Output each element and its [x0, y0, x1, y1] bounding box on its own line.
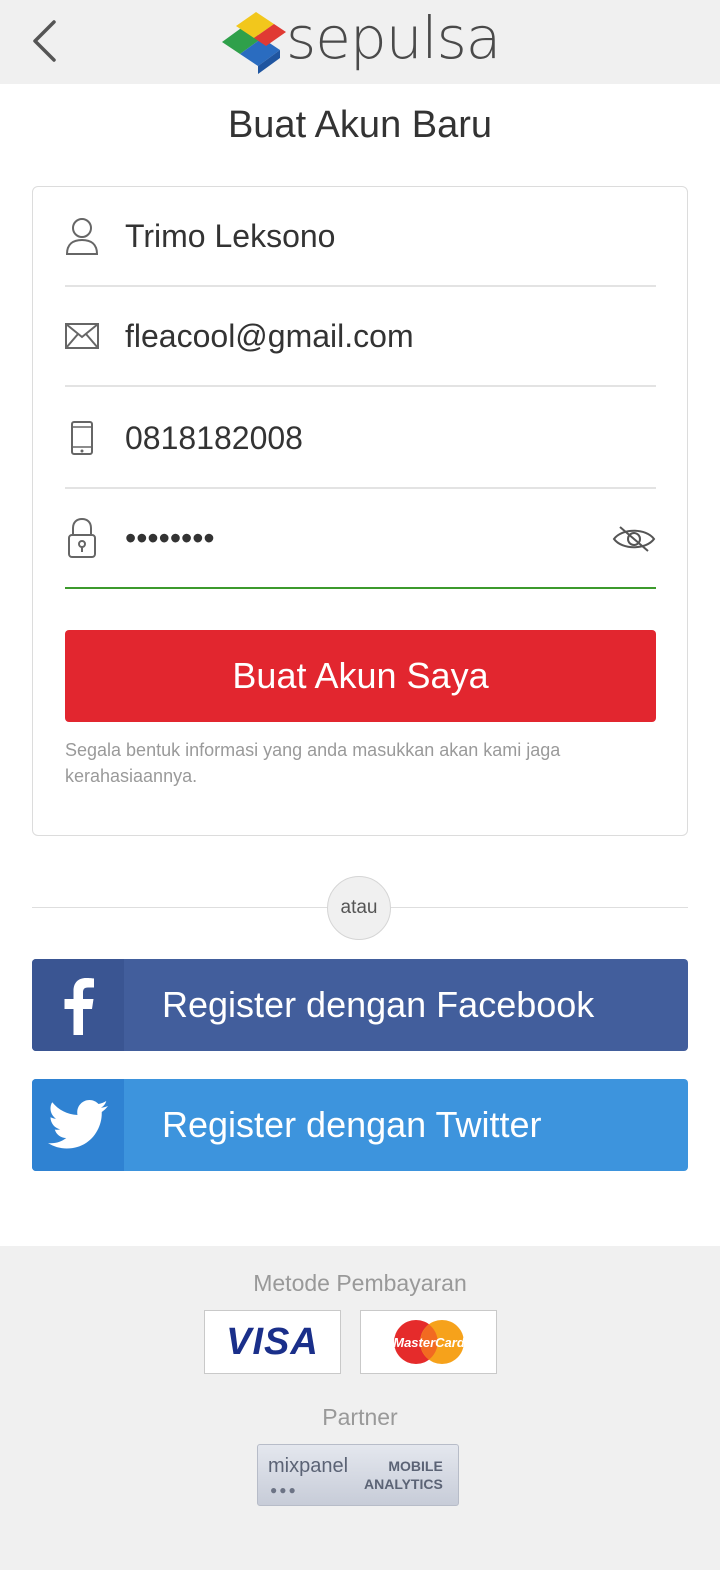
phone-icon	[65, 418, 99, 458]
payment-methods-label: Metode Pembayaran	[253, 1270, 467, 1296]
sepulsa-logo: sepulsa	[218, 4, 501, 80]
partner-label: Partner	[322, 1404, 398, 1430]
password-field	[65, 489, 656, 589]
create-account-button[interactable]: Buat Akun Saya	[65, 630, 656, 722]
envelope-icon	[65, 316, 99, 356]
name-input[interactable]	[125, 217, 585, 255]
chevron-left-icon	[33, 20, 56, 62]
mixpanel-name: mixpanel	[268, 1455, 349, 1477]
facebook-icon	[32, 959, 124, 1051]
or-separator: atau	[327, 876, 391, 940]
twitter-icon	[32, 1079, 124, 1171]
facebook-label: Register dengan Facebook	[162, 984, 595, 1025]
password-input[interactable]	[125, 519, 585, 557]
email-input[interactable]	[125, 317, 585, 355]
mixpanel-badge: mixpanel MOBILE ANALYTICS ●●●	[257, 1444, 459, 1506]
mastercard-logo: MasterCard	[360, 1310, 497, 1374]
toggle-password-visibility-icon[interactable]	[612, 525, 656, 553]
register-twitter-button[interactable]: Register dengan Twitter	[32, 1079, 688, 1171]
registration-form: Buat Akun Saya Segala bentuk informasi y…	[32, 186, 688, 836]
brand-name: sepulsa	[286, 4, 501, 72]
app-header: sepulsa	[0, 0, 720, 84]
phone-input[interactable]	[125, 419, 585, 457]
visa-logo: VISA	[204, 1310, 341, 1374]
name-field	[65, 187, 656, 287]
twitter-label: Register dengan Twitter	[162, 1104, 542, 1145]
back-button[interactable]	[22, 14, 66, 68]
footer: Metode Pembayaran VISA MasterCard Partne…	[0, 1246, 720, 1570]
register-facebook-button[interactable]: Register dengan Facebook	[32, 959, 688, 1051]
mixpanel-dots-icon: ●●●	[270, 1483, 298, 1497]
privacy-note: Segala bentuk informasi yang anda masukk…	[65, 740, 561, 786]
page-title: Buat Akun Baru	[227, 104, 493, 146]
user-icon	[65, 216, 99, 256]
lock-icon	[65, 517, 99, 558]
email-field	[65, 287, 656, 387]
phone-field	[65, 389, 656, 489]
logo-mark-icon	[222, 12, 286, 74]
mixpanel-subtitle: MOBILE ANALYTICS	[364, 1458, 443, 1492]
mastercard-text: MasterCard	[393, 1335, 466, 1350]
